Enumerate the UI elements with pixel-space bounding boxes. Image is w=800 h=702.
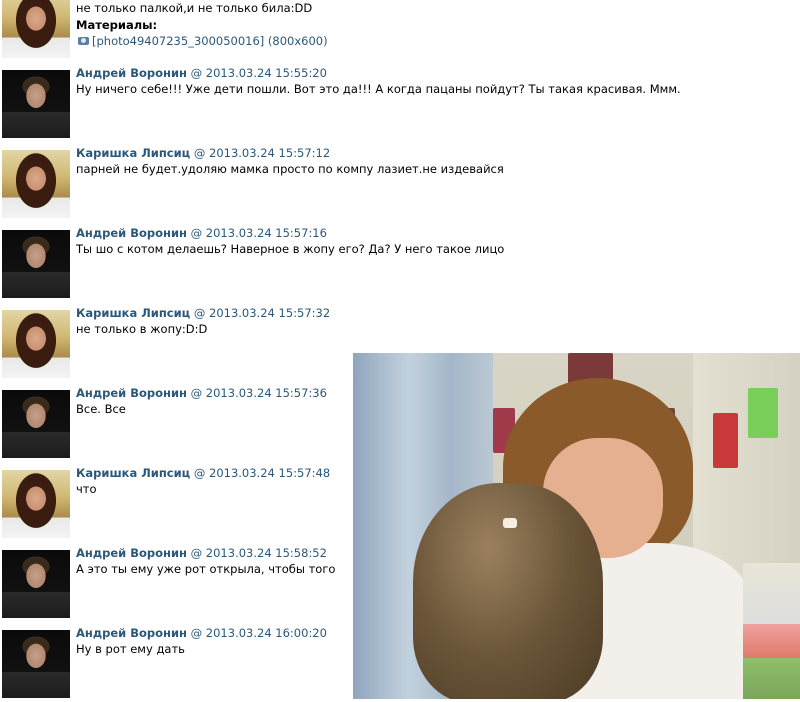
message-date[interactable]: 2013.03.24 15:57:36: [206, 386, 327, 400]
at-sign: @: [193, 146, 206, 160]
message-header: Каришка Липсиц @ 2013.03.24 15:57:32: [76, 306, 330, 320]
photo-attachment-link[interactable]: [photo49407235_300050016] (800x600): [78, 34, 328, 48]
at-sign: @: [193, 306, 206, 320]
message-text: не только палкой,и не только била:DD: [76, 1, 313, 15]
camera-icon: [78, 37, 89, 45]
message: Андрей Воронин @ 2013.03.24 15:55:20 Ну …: [0, 62, 800, 142]
at-sign: @: [190, 226, 203, 240]
message-header: Андрей Воронин @ 2013.03.24 15:58:52: [76, 546, 327, 560]
message-text: Ты шо с котом делаешь? Наверное в жопу е…: [76, 242, 505, 256]
message-text: что: [76, 482, 97, 496]
author-link[interactable]: Каришка Липсиц: [76, 306, 190, 320]
message-date[interactable]: 2013.03.24 15:57:48: [209, 466, 330, 480]
author-link[interactable]: Андрей Воронин: [76, 66, 187, 80]
photo-poster: [713, 413, 738, 468]
at-sign: @: [190, 626, 203, 640]
avatar[interactable]: [2, 390, 70, 458]
message-header: Андрей Воронин @ 2013.03.24 15:57:36: [76, 386, 327, 400]
message-date[interactable]: 2013.03.24 15:57:12: [209, 146, 330, 160]
attached-photo[interactable]: [353, 353, 800, 699]
photo-cat: [413, 483, 603, 699]
message: не только палкой,и не только била:DD Мат…: [0, 0, 800, 70]
message: Андрей Воронин @ 2013.03.24 15:57:16 Ты …: [0, 222, 800, 302]
avatar[interactable]: [2, 550, 70, 618]
photo-boxes: [743, 563, 800, 699]
message-date[interactable]: 2013.03.24 15:57:32: [209, 306, 330, 320]
avatar[interactable]: [2, 0, 70, 58]
message-text: А это ты ему уже рот открыла, чтобы того: [76, 562, 336, 576]
attachment-text[interactable]: [photo49407235_300050016] (800x600): [92, 34, 328, 48]
message-header: Андрей Воронин @ 2013.03.24 16:00:20: [76, 626, 327, 640]
at-sign: @: [190, 546, 203, 560]
at-sign: @: [190, 66, 203, 80]
message-text: Ну в рот ему дать: [76, 642, 185, 656]
author-link[interactable]: Каришка Липсиц: [76, 466, 190, 480]
avatar[interactable]: [2, 230, 70, 298]
message: Каришка Липсиц @ 2013.03.24 15:57:12 пар…: [0, 142, 800, 222]
avatar[interactable]: [2, 470, 70, 538]
message-text: Ну ничего себе!!! Уже дети пошли. Вот эт…: [76, 82, 681, 96]
at-sign: @: [193, 466, 206, 480]
message-header: Каришка Липсиц @ 2013.03.24 15:57:48: [76, 466, 330, 480]
at-sign: @: [190, 386, 203, 400]
message-text: парней не будет.удоляю мамка просто по к…: [76, 162, 504, 176]
message-date[interactable]: 2013.03.24 15:55:20: [206, 66, 327, 80]
avatar[interactable]: [2, 630, 70, 698]
message-date[interactable]: 2013.03.24 15:57:16: [206, 226, 327, 240]
avatar[interactable]: [2, 150, 70, 218]
author-link[interactable]: Андрей Воронин: [76, 546, 187, 560]
author-link[interactable]: Андрей Воронин: [76, 386, 187, 400]
message-header: Андрей Воронин @ 2013.03.24 15:57:16: [76, 226, 327, 240]
avatar[interactable]: [2, 70, 70, 138]
photo-cat-mouth: [503, 518, 517, 528]
author-link[interactable]: Каришка Липсиц: [76, 146, 190, 160]
materials-label: Материалы:: [76, 18, 158, 32]
message-header: Каришка Липсиц @ 2013.03.24 15:57:12: [76, 146, 330, 160]
author-link[interactable]: Андрей Воронин: [76, 626, 187, 640]
message-date[interactable]: 2013.03.24 16:00:20: [206, 626, 327, 640]
avatar[interactable]: [2, 310, 70, 378]
message-date[interactable]: 2013.03.24 15:58:52: [206, 546, 327, 560]
message-text: Все. Все: [76, 402, 126, 416]
message-header: Андрей Воронин @ 2013.03.24 15:55:20: [76, 66, 327, 80]
message-text: не только в жопу:D:D: [76, 322, 208, 336]
photo-poster: [748, 388, 778, 438]
author-link[interactable]: Андрей Воронин: [76, 226, 187, 240]
